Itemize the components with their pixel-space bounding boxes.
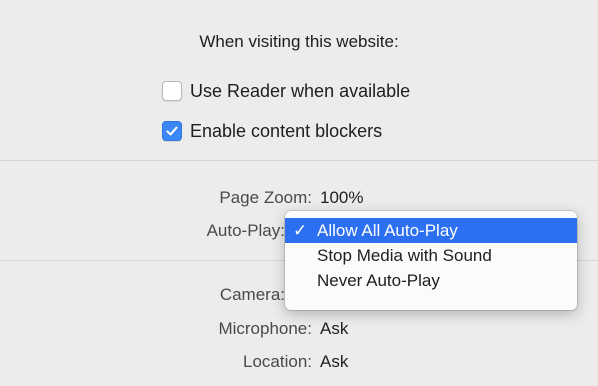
menu-item-label: Never Auto-Play	[317, 270, 440, 290]
menu-item-allow-all-auto-play[interactable]: ✓ Allow All Auto-Play	[285, 218, 577, 243]
section-heading: When visiting this website:	[199, 32, 399, 51]
page-zoom-label: Page Zoom:	[219, 188, 312, 207]
use-reader-label: Use Reader when available	[190, 80, 411, 101]
content-blockers-checkbox[interactable]	[162, 121, 182, 141]
checkmark-icon	[166, 126, 178, 136]
selected-check-icon: ✓	[293, 220, 308, 240]
separator-top	[0, 160, 598, 161]
location-popup[interactable]: Ask	[320, 352, 348, 372]
content-blockers-checkbox-row[interactable]: Enable content blockers	[162, 120, 382, 142]
menu-item-never-auto-play[interactable]: Never Auto-Play	[285, 268, 577, 293]
use-reader-checkbox-row[interactable]: Use Reader when available	[162, 80, 410, 102]
auto-play-label: Auto-Play:	[206, 221, 285, 240]
website-preferences-panel: When visiting this website: Use Reader w…	[0, 0, 598, 386]
content-blockers-label: Enable content blockers	[190, 120, 383, 141]
camera-label: Camera:	[219, 285, 285, 304]
location-label: Location:	[243, 352, 312, 371]
auto-play-dropdown-menu[interactable]: ✓ Allow All Auto-Play Stop Media with So…	[285, 211, 577, 310]
menu-item-label: Stop Media with Sound	[317, 245, 492, 265]
page-zoom-popup[interactable]: 100%	[320, 188, 363, 208]
microphone-popup[interactable]: Ask	[320, 319, 348, 339]
menu-item-stop-media-with-sound[interactable]: Stop Media with Sound	[285, 243, 577, 268]
menu-item-label: Allow All Auto-Play	[317, 220, 458, 240]
microphone-label: Microphone:	[218, 319, 312, 338]
use-reader-checkbox[interactable]	[162, 81, 182, 101]
